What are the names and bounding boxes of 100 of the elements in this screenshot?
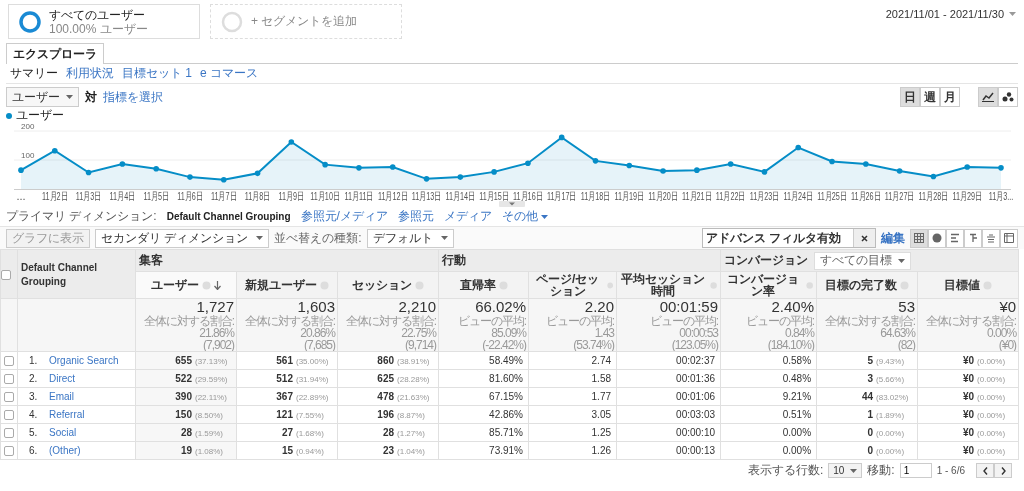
column-header[interactable]: セッション	[337, 271, 439, 299]
total-value: 66.02%	[474, 299, 526, 315]
axis-tick-label: 11月17日	[546, 190, 577, 201]
column-label[interactable]: ページ/セッション	[532, 273, 604, 297]
view-button[interactable]	[910, 228, 928, 248]
column-header[interactable]: 直帰率	[438, 271, 529, 299]
segment-card[interactable]: すべてのユーザー 100.00% ユーザー	[8, 4, 200, 39]
edit-link[interactable]: 編集	[881, 229, 905, 247]
next-page-button[interactable]	[994, 463, 1012, 478]
view-button[interactable]	[946, 228, 964, 248]
chart-type-button[interactable]	[998, 87, 1018, 107]
dimension-option[interactable]: メディア	[443, 208, 492, 225]
row-index: 2.	[28, 373, 39, 384]
share-text: (0.00%)	[977, 375, 1007, 384]
channel-link[interactable]: (Other)	[49, 445, 81, 456]
cell-value: 27	[281, 427, 293, 438]
compare-metric-link[interactable]: 指標を選択	[103, 88, 163, 106]
prev-page-button[interactable]	[976, 463, 994, 478]
row-checkbox[interactable]	[4, 356, 14, 367]
total-value: 2.20	[583, 299, 614, 315]
row-checkbox[interactable]	[4, 410, 14, 421]
dimension-option[interactable]: Default Channel Grouping	[166, 211, 291, 222]
row-checkbox[interactable]	[4, 392, 14, 403]
row-checkbox[interactable]	[1, 269, 11, 280]
row-checkbox[interactable]	[4, 374, 14, 385]
column-header[interactable]: 目標の完了数	[816, 271, 918, 299]
channel-link[interactable]: Referral	[49, 409, 85, 420]
report-subtab[interactable]: サマリー	[10, 65, 58, 82]
data-point	[694, 167, 700, 173]
caret-icon	[850, 468, 858, 473]
dimension-option[interactable]: その他	[501, 208, 548, 225]
share-text: (0.00%)	[977, 429, 1007, 438]
goal-dropdown[interactable]: すべての目標	[814, 251, 912, 270]
chart-type-button[interactable]	[978, 87, 998, 107]
share-text: (0.00%)	[977, 393, 1007, 402]
view-button[interactable]	[964, 228, 982, 248]
page-input[interactable]: 1	[899, 463, 932, 478]
metric-dropdown[interactable]: ユーザー	[6, 87, 79, 107]
column-header[interactable]: ユーザー	[135, 271, 237, 299]
data-point	[896, 168, 903, 174]
interval-button[interactable]: 日	[900, 87, 920, 107]
cell-value: 00:02:37	[676, 355, 716, 366]
view-button[interactable]	[1000, 228, 1018, 248]
explorer-tab[interactable]: エクスプローラ	[6, 43, 104, 64]
interval-button[interactable]: 月	[940, 87, 960, 107]
dots-icon	[1002, 92, 1014, 102]
report-subtab[interactable]: 目標セット 1	[122, 65, 192, 82]
share-text: (0.94%)	[296, 447, 325, 456]
total-note: ビューの平均: 00:00:53	[648, 315, 719, 339]
column-label[interactable]: 新規ユーザー	[245, 279, 317, 291]
cell-value: 5	[867, 355, 874, 366]
dimension-option[interactable]: 参照元	[397, 208, 434, 225]
column-label[interactable]: 目標の完了数	[825, 279, 898, 291]
channel-link[interactable]: Email	[49, 391, 74, 402]
cell-value: 121	[276, 409, 293, 420]
axis-tick-label: 11月23日	[749, 190, 780, 201]
cell-value: 0	[867, 427, 874, 438]
column-label[interactable]: 直帰率	[459, 279, 496, 291]
row-checkbox[interactable]	[4, 428, 14, 439]
total-value: 1,603	[296, 299, 335, 315]
data-point	[423, 176, 430, 182]
data-point	[85, 169, 92, 176]
rows-per-page-select[interactable]: 10	[828, 463, 863, 478]
column-header[interactable]: ページ/セッション	[528, 271, 617, 299]
share-text: (8.50%)	[195, 411, 224, 420]
cell-value: ¥0	[962, 445, 975, 456]
column-label[interactable]: ユーザー	[151, 279, 199, 291]
cell-value: 1.58	[591, 373, 611, 384]
column-label[interactable]: 目標値	[944, 279, 981, 291]
cell-value: 512	[276, 373, 293, 384]
data-point	[660, 168, 666, 174]
report-subtab[interactable]: e コマース	[200, 65, 259, 82]
column-label[interactable]: セッション	[352, 279, 412, 291]
share-text: (1.89%)	[876, 411, 906, 420]
interval-button[interactable]: 週	[920, 87, 940, 107]
share-text: (7.55%)	[296, 411, 325, 420]
channel-link[interactable]: Organic Search	[49, 355, 119, 366]
view-button[interactable]	[928, 228, 946, 248]
column-header[interactable]: 平均セッション時間	[616, 271, 721, 299]
channel-link[interactable]: Direct	[49, 373, 76, 384]
column-header[interactable]: 目標値	[917, 271, 1019, 299]
channel-link[interactable]: Social	[49, 427, 77, 438]
date-range-picker[interactable]: 2021/11/01 - 2021/11/30	[885, 8, 1016, 20]
data-point	[187, 174, 193, 180]
cell-value: 81.60%	[489, 373, 523, 384]
line-chart-icon	[982, 92, 994, 102]
report-subtab[interactable]: 利用状況	[66, 65, 114, 82]
sort-type-dropdown[interactable]: デフォルト	[366, 228, 454, 248]
column-header[interactable]: 新規ユーザー	[236, 271, 338, 299]
secondary-dimension-dropdown[interactable]: セカンダリ ディメンション	[95, 228, 270, 248]
column-label[interactable]: コンバージョン率	[724, 273, 803, 297]
dimension-header: Default Channel Grouping	[21, 262, 98, 287]
dimension-option[interactable]: 参照元/メディア	[300, 208, 388, 225]
clear-filter-button[interactable]	[853, 229, 875, 247]
column-label[interactable]: 平均セッション時間	[620, 273, 707, 297]
share-text: (0.00%)	[876, 447, 906, 456]
filter-field[interactable]: アドバンス フィルタ有効	[702, 228, 876, 248]
column-header[interactable]: コンバージョン率	[720, 271, 817, 299]
add-segment-button[interactable]: + セグメントを追加	[210, 4, 402, 39]
row-checkbox[interactable]	[4, 446, 14, 457]
